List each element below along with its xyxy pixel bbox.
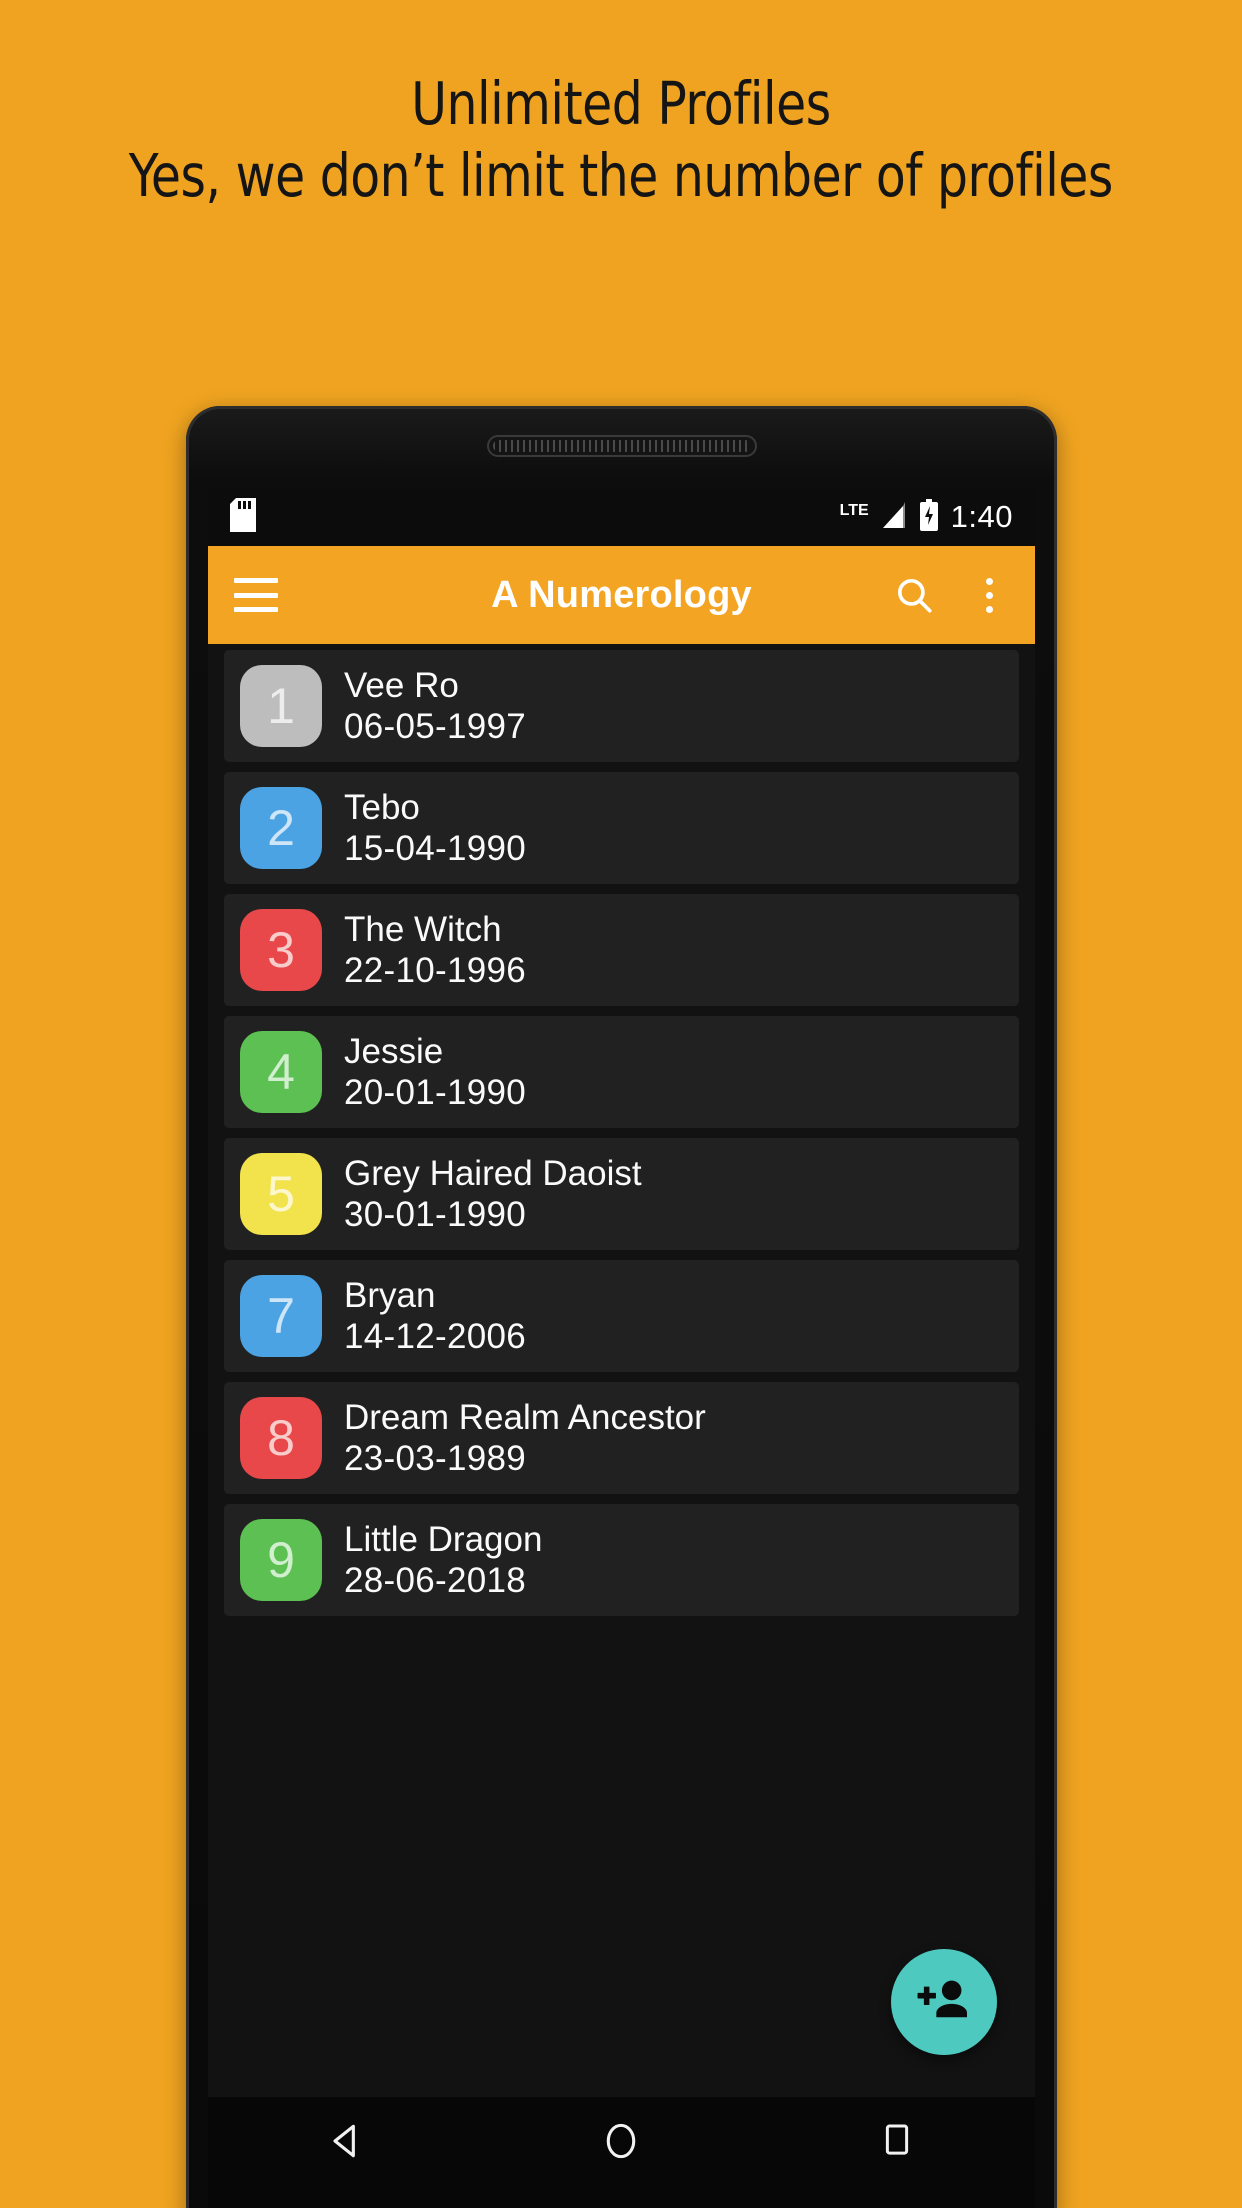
list-item[interactable]: 1 Vee Ro 06-05-1997	[224, 650, 1019, 762]
profile-number-badge: 9	[240, 1519, 322, 1601]
battery-charging-icon	[919, 498, 939, 536]
profile-number-badge: 4	[240, 1031, 322, 1113]
profile-number-badge: 8	[240, 1397, 322, 1479]
list-item-text: Bryan 14-12-2006	[344, 1275, 526, 1358]
profile-name: Vee Ro	[344, 665, 459, 705]
overflow-menu-icon[interactable]	[969, 575, 1009, 615]
profile-date: 14-12-2006	[344, 1317, 527, 1356]
profile-name: Grey Haired Daoist	[344, 1153, 642, 1193]
list-item[interactable]: 9 Little Dragon 28-06-2018	[224, 1504, 1019, 1616]
list-item[interactable]: 7 Bryan 14-12-2006	[224, 1260, 1019, 1372]
list-item-text: Dream Realm Ancestor 23-03-1989	[344, 1397, 706, 1480]
app-bar: A Numerology	[208, 546, 1035, 644]
network-type-label: LTE	[839, 501, 869, 519]
profile-list[interactable]: 1 Vee Ro 06-05-1997 2 Tebo 15-04-1990 3 …	[208, 644, 1035, 2097]
list-item-text: Tebo 15-04-1990	[344, 787, 526, 870]
list-item[interactable]: 4 Jessie 20-01-1990	[224, 1016, 1019, 1128]
status-bar-left	[230, 497, 256, 537]
list-item-text: Grey Haired Daoist 30-01-1990	[344, 1153, 642, 1236]
status-bar: LTE 1:40	[208, 488, 1035, 546]
profile-number-badge: 3	[240, 909, 322, 991]
search-icon[interactable]	[893, 574, 935, 616]
list-item-text: Little Dragon 28-06-2018	[344, 1519, 542, 1602]
profile-number-badge: 5	[240, 1153, 322, 1235]
profile-name: Little Dragon	[344, 1519, 543, 1559]
android-nav-bar	[208, 2097, 1035, 2208]
profile-date: 15-04-1990	[344, 829, 527, 868]
profile-date: 23-03-1989	[344, 1439, 527, 1478]
person-add-icon	[915, 1977, 973, 2028]
phone-top-bezel	[186, 406, 1057, 486]
signal-bars-icon	[877, 500, 907, 535]
earpiece-speaker-icon	[486, 435, 757, 457]
list-item-text: The Witch 22-10-1996	[344, 909, 526, 992]
promo-subtitle: Yes, we don’t limit the number of profil…	[128, 141, 1114, 210]
profile-date: 30-01-1990	[344, 1195, 527, 1234]
status-bar-clock: 1:40	[950, 499, 1013, 534]
list-item[interactable]: 5 Grey Haired Daoist 30-01-1990	[224, 1138, 1019, 1250]
profile-number-badge: 7	[240, 1275, 322, 1357]
list-item[interactable]: 8 Dream Realm Ancestor 23-03-1989	[224, 1382, 1019, 1494]
profile-name: Dream Realm Ancestor	[344, 1397, 706, 1437]
profile-date: 28-06-2018	[344, 1561, 527, 1600]
profile-date: 20-01-1990	[344, 1073, 527, 1112]
promo-header: Unlimited Profiles Yes, we don’t limit t…	[0, 0, 1242, 280]
list-item-text: Vee Ro 06-05-1997	[344, 665, 526, 748]
profile-name: Tebo	[344, 787, 420, 827]
profile-name: Jessie	[344, 1031, 444, 1071]
list-item-text: Jessie 20-01-1990	[344, 1031, 526, 1114]
phone-screen: LTE 1:40 A Numerology 1 Vee Ro 06-05-199…	[208, 488, 1035, 2097]
list-item[interactable]: 3 The Witch 22-10-1996	[224, 894, 1019, 1006]
phone-mockup: LTE 1:40 A Numerology 1 Vee Ro 06-05-199…	[186, 406, 1057, 2208]
promo-title: Unlimited Profiles	[411, 68, 831, 138]
back-triangle-icon[interactable]	[291, 2119, 401, 2163]
add-profile-fab[interactable]	[891, 1949, 997, 2055]
recents-square-icon[interactable]	[842, 2119, 952, 2161]
status-bar-right: LTE 1:40	[839, 498, 1013, 536]
profile-number-badge: 1	[240, 665, 322, 747]
profile-name: Bryan	[344, 1275, 436, 1315]
hamburger-menu-icon[interactable]	[234, 578, 278, 612]
home-circle-icon[interactable]	[566, 2119, 676, 2163]
profile-date: 06-05-1997	[344, 707, 527, 746]
profile-name: The Witch	[344, 909, 502, 949]
sd-card-icon	[230, 497, 256, 537]
list-item[interactable]: 2 Tebo 15-04-1990	[224, 772, 1019, 884]
profile-number-badge: 2	[240, 787, 322, 869]
profile-date: 22-10-1996	[344, 951, 527, 990]
